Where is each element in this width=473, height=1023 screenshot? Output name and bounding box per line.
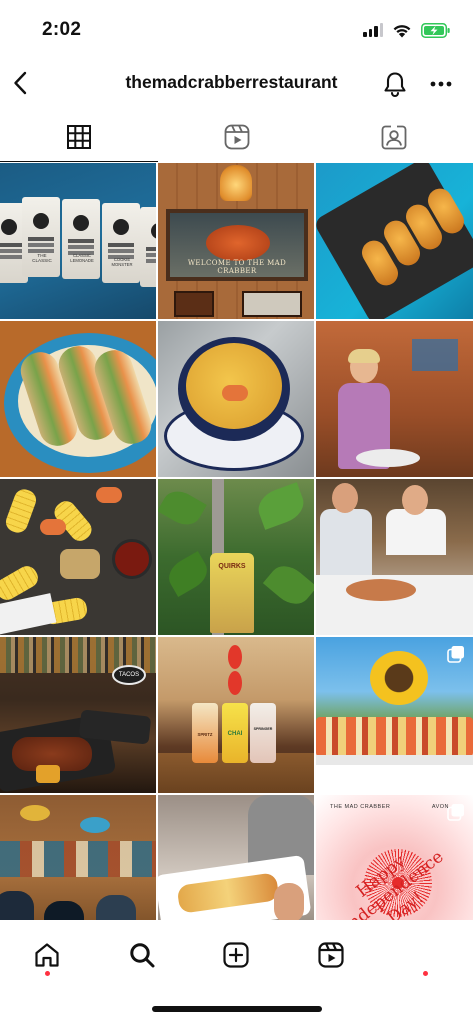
- post-tile-soup[interactable]: [158, 321, 314, 477]
- post-tile-bar[interactable]: TACOS: [0, 637, 156, 793]
- reels-icon: [318, 942, 344, 968]
- post-tile-coffee-bags[interactable]: THE CLASSIC CLASSIC LEMONADE COOKIE MONS…: [0, 163, 156, 319]
- notification-dot: [44, 971, 50, 976]
- battery-charging-icon: [421, 22, 450, 38]
- bag-label: THE CLASSIC: [32, 253, 52, 263]
- nav-home[interactable]: [0, 920, 95, 990]
- status-bar: 2:02: [0, 0, 473, 60]
- post-tile-diners[interactable]: [316, 479, 473, 635]
- carousel-icon: [447, 646, 464, 663]
- post-tile-welcome-sign[interactable]: WELCOME TO THE MAD CRABBER: [158, 163, 314, 319]
- post-tile-garden[interactable]: QUIRKS: [158, 479, 314, 635]
- nav-create[interactable]: [189, 920, 284, 990]
- profile-tabs: [0, 112, 473, 162]
- posts-grid: THE CLASSIC CLASSIC LEMONADE COOKIE MONS…: [0, 163, 473, 951]
- search-icon: [130, 943, 155, 968]
- profile-icon: [412, 941, 440, 969]
- wifi-icon: [393, 24, 411, 37]
- post-tile-drink-cans[interactable]: SPRITZ CHAI SPRINGER: [158, 637, 314, 793]
- nav-reels[interactable]: [284, 920, 379, 990]
- carousel-icon: [447, 804, 464, 821]
- more-options-button[interactable]: [429, 74, 453, 94]
- status-time: 2:02: [42, 19, 82, 40]
- tab-posts[interactable]: [0, 112, 158, 162]
- reels-icon: [224, 124, 249, 150]
- nav-search[interactable]: [95, 920, 190, 990]
- post-tile-tacos[interactable]: [0, 321, 156, 477]
- post-tile-server[interactable]: [316, 321, 473, 477]
- bag-label: CLASSIC LEMONADE: [70, 253, 94, 263]
- tab-reels[interactable]: [158, 112, 316, 162]
- nav-profile[interactable]: [378, 920, 473, 990]
- grid-icon: [66, 125, 91, 149]
- bag-label: COOKIE MONSTER: [111, 257, 133, 267]
- tagged-person-icon: [381, 125, 407, 150]
- post-tile-stuffed-potatoes[interactable]: [316, 163, 473, 319]
- cellular-signal-icon: [363, 23, 383, 37]
- can-label: SPRINGER: [253, 727, 273, 731]
- sign-text: WELCOME TO THE MAD CRABBER: [187, 259, 287, 275]
- post-brand-label: THE MAD CRABBER: [330, 804, 391, 810]
- bar-sign-text: TACOS: [118, 672, 140, 678]
- post-tile-sunflower-platter[interactable]: [316, 637, 473, 793]
- tab-tagged[interactable]: [315, 112, 473, 162]
- home-indicator: [152, 1006, 322, 1012]
- bottom-navigation: [0, 920, 473, 990]
- more-horizontal-icon: [430, 81, 452, 87]
- add-post-icon: [223, 942, 250, 968]
- bag-label: QUIRKS: [218, 563, 246, 570]
- bell-icon: [384, 72, 406, 97]
- profile-header: themadcrabberrestaurant: [0, 60, 473, 108]
- post-tile-seafood-boil[interactable]: [0, 479, 156, 635]
- can-label: CHAI: [227, 731, 243, 737]
- notifications-button[interactable]: [381, 70, 409, 98]
- notification-dot: [423, 971, 429, 976]
- can-label: SPRITZ: [197, 732, 213, 737]
- status-icons: [363, 20, 451, 40]
- home-icon: [35, 943, 59, 967]
